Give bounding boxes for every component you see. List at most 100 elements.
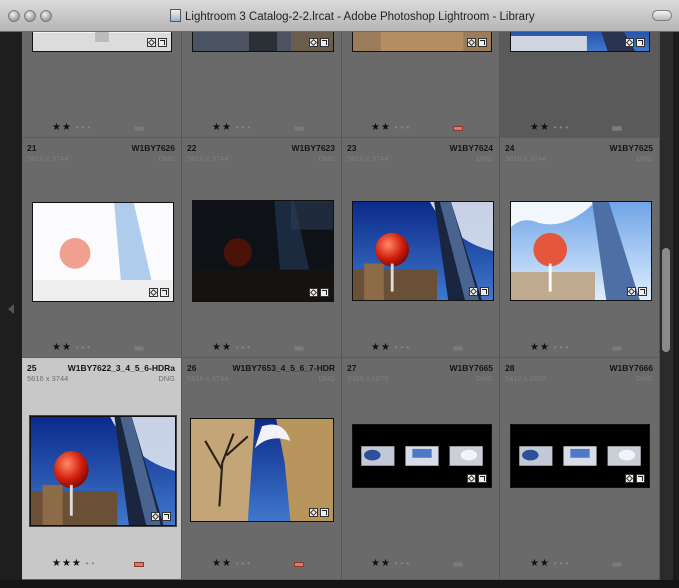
photo-thumbnail[interactable] <box>29 415 177 527</box>
stars-empty: ••• <box>553 559 572 568</box>
keyword-tag-icon[interactable] <box>147 38 156 47</box>
star-rating[interactable]: ★★ ••• <box>371 558 412 569</box>
color-label-chip[interactable] <box>294 346 304 351</box>
zoom-icon[interactable] <box>40 10 52 22</box>
keyword-tag-icon[interactable] <box>309 508 318 517</box>
keyword-tag-icon[interactable] <box>469 287 478 296</box>
develop-adjusted-icon[interactable] <box>478 474 487 483</box>
grid-cell[interactable]: 21 W1BY7626 5616 x 3744 DNG ★★ ••• <box>22 138 182 358</box>
cell-filetype: DNG <box>636 374 653 383</box>
grid-cell[interactable]: 25 W1BY7622_3_4_5_6-HDRa 5616 x 3744 DNG ★★… <box>22 358 182 580</box>
keyword-tag-icon[interactable] <box>309 288 318 297</box>
keyword-tag-icon[interactable] <box>309 38 318 47</box>
star-rating[interactable]: ★★ ••• <box>530 558 571 569</box>
develop-adjusted-icon[interactable] <box>320 508 329 517</box>
star-rating[interactable]: ★★ ••• <box>530 342 571 353</box>
color-label-chip[interactable] <box>612 126 622 131</box>
cell-dimensions: 3389 x 1079 <box>347 374 389 383</box>
grid-cell[interactable]: 28 W1BY7666 5412 x 2852 DNG ★★ ••• <box>500 358 660 580</box>
star-rating[interactable]: ★★ ••• <box>530 122 571 133</box>
thumbnail-badges <box>309 288 329 298</box>
color-label-chip[interactable] <box>612 562 622 567</box>
keyword-tag-icon[interactable] <box>627 287 636 296</box>
keyword-tag-icon[interactable] <box>625 38 634 47</box>
color-label-chip[interactable] <box>612 346 622 351</box>
develop-adjusted-icon[interactable] <box>320 38 329 47</box>
thumbnail-badges <box>625 474 645 484</box>
grid-cell[interactable]: ★★ ••• <box>500 32 660 138</box>
color-label-chip[interactable] <box>294 562 304 567</box>
star-rating[interactable]: ★★ ••• <box>212 558 253 569</box>
grid-cell[interactable]: 22 W1BY7623 5616 x 3744 DNG ★★ ••• <box>182 138 342 358</box>
cell-index: 21 <box>27 143 37 153</box>
color-label-chip[interactable] <box>134 562 144 567</box>
close-icon[interactable] <box>8 10 20 22</box>
cell-dimensions: 5412 x 2852 <box>505 374 547 383</box>
grid-cell[interactable]: 24 W1BY7625 5616 x 3744 DNG ★★ ••• <box>500 138 660 358</box>
star-rating[interactable]: ★★ ••• <box>52 342 93 353</box>
develop-adjusted-icon[interactable] <box>160 288 169 297</box>
photo-thumbnail[interactable] <box>510 424 650 488</box>
color-label-chip[interactable] <box>453 346 463 351</box>
grid-cell[interactable]: ★★ ••• <box>22 32 182 138</box>
color-label-chip[interactable] <box>453 562 463 567</box>
cell-index: 23 <box>347 143 357 153</box>
window-title: Lightroom 3 Catalog-2-2.lrcat - Adobe Ph… <box>170 9 535 23</box>
keyword-tag-icon[interactable] <box>625 474 634 483</box>
photo-thumbnail[interactable] <box>510 32 650 52</box>
photo-thumbnail[interactable] <box>192 200 334 302</box>
thumbnail-badges <box>625 38 645 48</box>
star-rating[interactable]: ★★ ••• <box>371 342 412 353</box>
photo-image <box>193 201 333 301</box>
left-panel-toggle-icon[interactable] <box>8 304 14 314</box>
photo-thumbnail[interactable] <box>352 32 492 52</box>
cell-index: 25 <box>27 363 37 373</box>
star-rating[interactable]: ★★ ••• <box>212 342 253 353</box>
color-label-chip[interactable] <box>134 346 144 351</box>
minimize-icon[interactable] <box>24 10 36 22</box>
grid-cell[interactable]: 27 W1BY7665 3389 x 1079 DNG ★★ ••• <box>342 358 500 580</box>
grid-cell[interactable]: 23 W1BY7624 5616 x 3744 DNG ★★ ••• <box>342 138 500 358</box>
stars-empty: ••• <box>394 123 413 132</box>
keyword-tag-icon[interactable] <box>467 38 476 47</box>
develop-adjusted-icon[interactable] <box>636 474 645 483</box>
photo-thumbnail[interactable] <box>352 424 492 488</box>
color-label-chip[interactable] <box>453 126 463 131</box>
cell-filetype: DNG <box>636 154 653 163</box>
develop-adjusted-icon[interactable] <box>158 38 167 47</box>
scrollbar-thumb[interactable] <box>662 248 670 352</box>
photo-thumbnail[interactable] <box>192 32 334 52</box>
grid-cell[interactable]: ★★ ••• <box>182 32 342 138</box>
stars-filled: ★★ <box>212 558 232 569</box>
photo-thumbnail[interactable] <box>510 201 652 301</box>
photo-thumbnail[interactable] <box>32 32 172 52</box>
photo-thumbnail[interactable] <box>352 201 494 301</box>
develop-adjusted-icon[interactable] <box>478 38 487 47</box>
star-rating[interactable]: ★★ ••• <box>212 122 253 133</box>
develop-adjusted-icon[interactable] <box>636 38 645 47</box>
develop-adjusted-icon[interactable] <box>320 288 329 297</box>
keyword-tag-icon[interactable] <box>467 474 476 483</box>
keyword-tag-icon[interactable] <box>149 288 158 297</box>
photo-thumbnail[interactable] <box>190 418 334 522</box>
cell-filename: W1BY7626 <box>131 143 175 153</box>
grid-cell[interactable]: 26 W1BY7653_4_5_6_7-HDR 5616 x 3744 DNG ★★ … <box>182 358 342 580</box>
develop-adjusted-icon[interactable] <box>638 287 647 296</box>
color-label-chip[interactable] <box>134 126 144 131</box>
develop-adjusted-icon[interactable] <box>480 287 489 296</box>
stars-filled: ★★ <box>530 122 550 133</box>
grid-cell[interactable]: ★★ ••• <box>342 32 500 138</box>
thumbnail-badges <box>627 287 647 297</box>
star-rating[interactable]: ★★ ••• <box>52 122 93 133</box>
star-rating[interactable]: ★★ ••• <box>371 122 412 133</box>
photo-thumbnail[interactable] <box>32 202 174 302</box>
develop-adjusted-icon[interactable] <box>162 512 171 521</box>
star-rating[interactable]: ★★★ •• <box>52 558 97 569</box>
toolbar-toggle-button[interactable] <box>652 10 672 21</box>
cell-filename: W1BY7653_4_5_6_7-HDR <box>232 363 335 373</box>
window-title-text: Lightroom 3 Catalog-2-2.lrcat - Adobe Ph… <box>185 11 535 23</box>
stars-filled: ★★ <box>52 342 72 353</box>
color-label-chip[interactable] <box>294 126 304 131</box>
thumbnail-badges <box>467 474 487 484</box>
keyword-tag-icon[interactable] <box>151 512 160 521</box>
